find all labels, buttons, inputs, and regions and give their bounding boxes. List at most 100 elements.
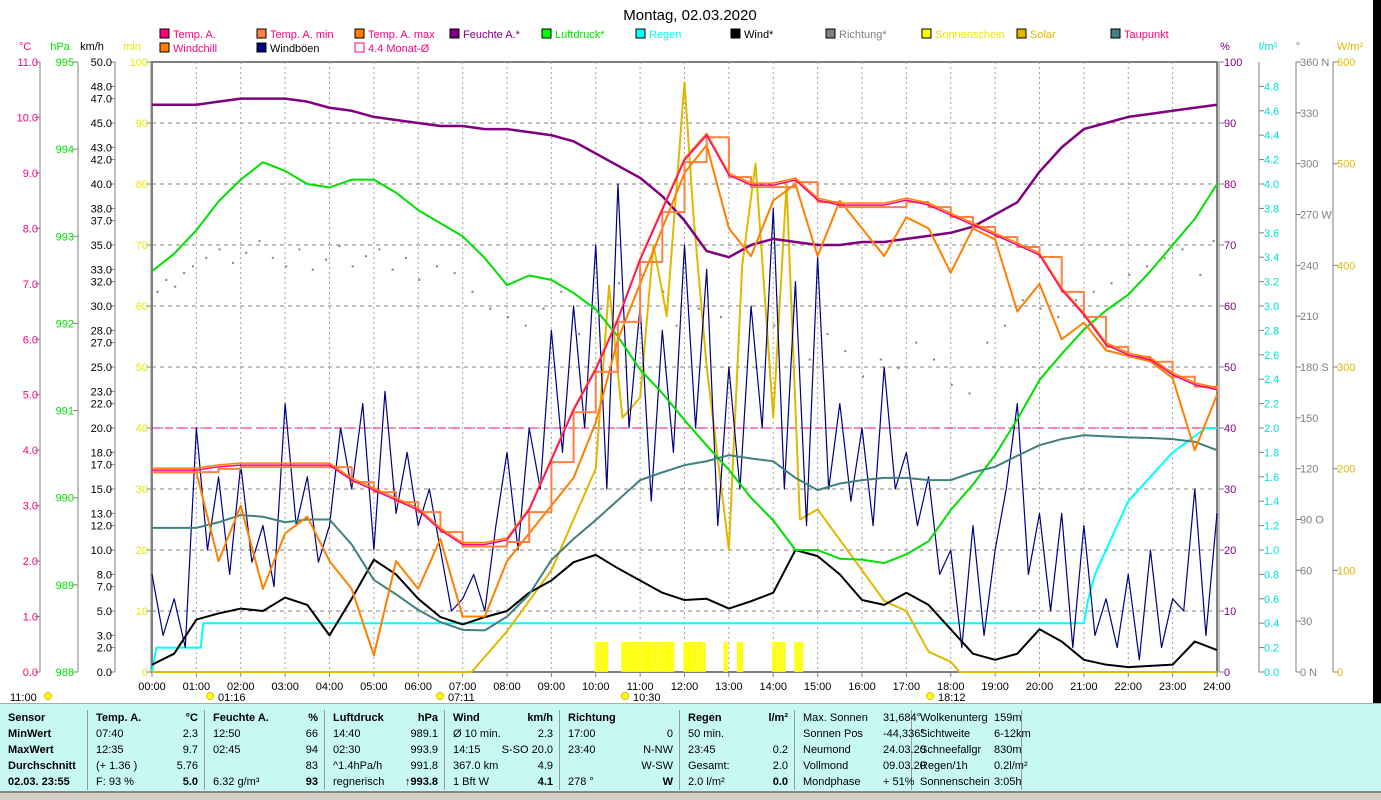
cell-label: Richtung [568, 712, 616, 724]
cell-label: 07:40 [96, 728, 124, 740]
rain-tick-label: 2.8 [1264, 325, 1279, 337]
cell-label: Mondphase [803, 776, 861, 788]
table-row: Ø 10 min. 2.3 [445, 726, 559, 742]
legend-item: Windchill [173, 43, 217, 55]
deg-tick-label: 240 [1300, 260, 1318, 272]
rain-axis-unit: l/m² [1259, 41, 1278, 53]
table-row: Schneefallgr 830m [912, 742, 1022, 758]
legend-swatch [1110, 28, 1121, 39]
rain-tick-label: 3.0 [1264, 301, 1279, 313]
cell-label: Wolkenunterg [920, 712, 988, 724]
rain-tick-label: 1.0 [1264, 545, 1279, 557]
rain-tick-label: 0.8 [1264, 569, 1279, 581]
min-tick-label: 40 [136, 423, 148, 435]
cell-value: W [662, 776, 673, 788]
time-tick-label: 22:00 [1114, 681, 1142, 693]
legend-item: Solar [1030, 29, 1056, 41]
table-row: Sonnenschein 3:05h [912, 774, 1022, 790]
table-row: 02:30 993.9 [325, 742, 444, 758]
pct-axis-unit: % [1220, 41, 1230, 53]
cell-label: Vollmond [803, 760, 849, 772]
rain-tick-label: 4.2 [1264, 155, 1279, 167]
time-tick-label: 13:00 [715, 681, 743, 693]
cell-value: + 51% [883, 776, 915, 788]
legend-swatch [1016, 28, 1027, 39]
cell-label: Sichtweite [920, 728, 971, 740]
direction-point [560, 290, 563, 293]
direction-point [1212, 239, 1215, 242]
time-tick-label: 24:00 [1203, 681, 1231, 693]
deg-tick-label: 330 [1300, 108, 1318, 120]
hpa-tick-label: 992 [56, 318, 74, 330]
pct-tick-label: 20 [1224, 545, 1236, 557]
table-row: 17:00 0 [560, 726, 679, 742]
celsius-tick-label: 4.0 [23, 445, 38, 457]
direction-point [773, 324, 776, 327]
cell-value: °C [185, 712, 198, 724]
table-row: Neumond 24.03.20 [795, 742, 926, 758]
direction-point [950, 383, 953, 386]
direction-point [271, 256, 274, 259]
sunset-time: 18:12 [938, 692, 966, 703]
legend-swatch [541, 28, 552, 39]
legend-item: Temp. A. min [270, 29, 334, 41]
direction-point [205, 256, 208, 259]
kmh-tick-label: 0.0 [97, 667, 112, 679]
wm2-tick-label: 600 [1337, 57, 1355, 69]
direction-point [351, 265, 354, 268]
direction-point [471, 290, 474, 293]
rain-tick-label: 0.4 [1264, 618, 1279, 630]
deg-tick-label: 60 [1300, 565, 1312, 577]
chart-title: Montag, 02.03.2020 [623, 7, 756, 24]
direction-point [404, 256, 407, 259]
table-column: Wind km/h Ø 10 min. 2.3 14:15 S-SO 20.0 367.0 … [445, 710, 560, 790]
cell-label: Max. Sonnen [803, 712, 868, 724]
celsius-axis-unit: °C [19, 41, 31, 53]
pct-tick-label: 70 [1224, 240, 1236, 252]
cell-label: Sonnenschein [920, 776, 990, 788]
kmh-tick-label: 33.0 [91, 264, 112, 276]
legend-swatch [449, 28, 460, 39]
table-column: Wolkenunterg 159m Sichtweite 6-12km Schneefa… [912, 710, 1031, 790]
kmh-tick-label: 12.0 [91, 521, 112, 533]
legend-swatch [730, 28, 741, 39]
cell-value: 94 [305, 744, 318, 756]
wm2-tick-label: 200 [1337, 464, 1355, 476]
table-row: Regen l/m² [680, 710, 794, 726]
cell-label: 14:40 [333, 728, 361, 740]
table-row: 278 ° W [560, 774, 679, 790]
rain-tick-label: 2.6 [1264, 350, 1279, 362]
cell-label: Luftdruck [333, 712, 384, 724]
direction-point [1128, 273, 1131, 276]
kmh-tick-label: 3.0 [97, 630, 112, 642]
table-row: Gesamt: 2.0 [680, 758, 794, 774]
min-tick-label: 60 [136, 301, 148, 313]
deg-tick-label: 120 [1300, 464, 1318, 476]
direction-point [1163, 256, 1166, 259]
deg-tick-label: 360 N [1300, 57, 1329, 69]
direction-point [325, 258, 328, 261]
cell-value: 830m [994, 744, 1022, 756]
legend-item: Regen [649, 29, 681, 41]
table-row: MinWert [0, 726, 87, 742]
kmh-tick-label: 13.0 [91, 508, 112, 520]
table-column: Richtung 17:00 0 23:40 N-NW W-SW 278 ° W [560, 710, 680, 790]
hpa-tick-label: 988 [56, 667, 74, 679]
table-row: 23:45 0.2 [680, 742, 794, 758]
cell-value: 0 [666, 728, 673, 740]
direction-point [245, 251, 248, 254]
time-tick-label: 21:00 [1070, 681, 1098, 693]
cell-value: % [308, 712, 318, 724]
cell-label: MinWert [8, 728, 52, 740]
cell-value: 991.8 [410, 760, 438, 772]
celsius-tick-label: 7.0 [23, 279, 38, 291]
moonset-time: 01:16 [218, 692, 246, 703]
kmh-tick-label: 37.0 [91, 216, 112, 228]
legend-swatch [921, 28, 932, 39]
kmh-tick-label: 20.0 [91, 423, 112, 435]
direction-point [365, 255, 367, 258]
table-row: 6.32 g/m³ 93 [205, 774, 324, 790]
cell-value: 989.1 [410, 728, 438, 740]
pct-tick-label: 60 [1224, 301, 1236, 313]
table-row: Richtung [560, 710, 679, 726]
